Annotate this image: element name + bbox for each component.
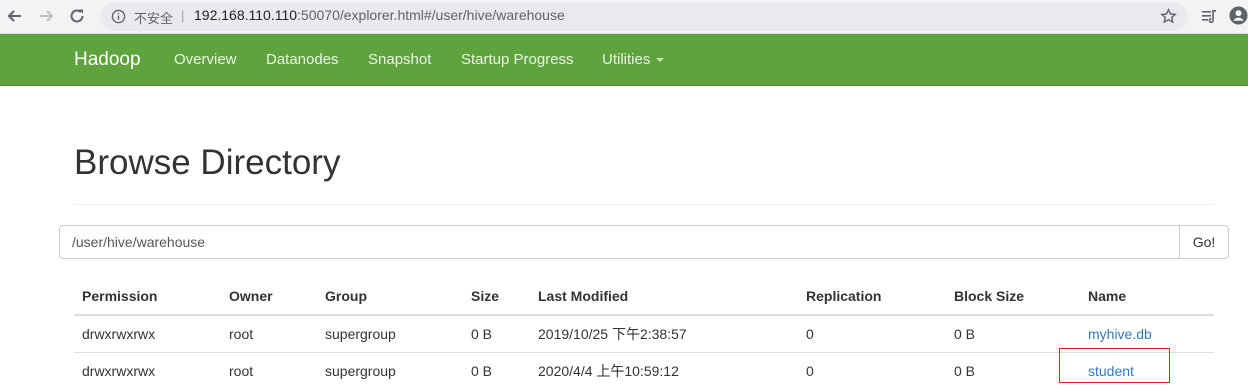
cell-name: myhive.db [1080,315,1214,352]
cell-replication: 0 [806,325,814,342]
cell-group: supergroup [325,325,396,342]
security-label: 不安全 [134,11,174,26]
annotation-highlight-box [1059,348,1170,383]
header-size[interactable]: Size [463,278,530,316]
table-row: drwxrwxrwx root supergroup 0 B 2020/4/4 … [74,351,1214,389]
forward-arrow-icon [40,10,54,22]
nav-startup-progress[interactable]: Startup Progress [461,51,574,68]
nav-utilities-label: Utilities [602,51,651,68]
hadoop-navbar: Hadoop Overview Datanodes Snapshot Start… [0,34,1248,86]
info-icon[interactable] [111,9,126,24]
header-replication[interactable]: Replication [798,278,946,316]
address-bar[interactable]: 不安全 | 192.168.110.110:50070/explorer.htm… [100,2,1188,31]
bookmark-star-icon[interactable] [1160,8,1177,25]
cell-last-modified: 2019/10/25 下午2:38:57 [538,325,687,342]
header-block-size[interactable]: Block Size [946,278,1080,316]
name-link-myhive-db[interactable]: myhive.db [1088,326,1152,342]
back-arrow-icon [7,10,21,22]
profile-avatar-icon[interactable] [1229,6,1248,25]
url-host: 192.168.110.110 [194,7,298,23]
header-owner[interactable]: Owner [221,278,317,316]
header-name[interactable]: Name [1080,278,1214,316]
table-header-row: Permission Owner Group Size Last Modifie… [74,278,1214,316]
header-last-modified[interactable]: Last Modified [530,278,798,316]
cell-permission: drwxrwxrwx [74,351,221,389]
nav-utilities-dropdown[interactable]: Utilities [602,51,665,68]
navbar-brand[interactable]: Hadoop [74,49,141,71]
nav-overview[interactable]: Overview [174,51,237,68]
cell-size: 0 B [463,351,530,389]
reading-list-icon[interactable] [1200,7,1218,25]
cell-group: supergroup [317,351,463,389]
cell-permission: drwxrwxrwx [82,325,156,342]
nav-snapshot[interactable]: Snapshot [368,51,431,68]
back-button[interactable] [4,5,26,27]
file-listing-table: Permission Owner Group Size Last Modifie… [74,278,1214,389]
cell-owner: root [229,325,254,342]
directory-path-input[interactable] [59,225,1180,259]
forward-button[interactable] [35,5,57,27]
url-text[interactable]: 192.168.110.110:50070/explorer.html#/use… [194,7,565,23]
page-title: Browse Directory [74,143,341,182]
caret-down-icon [656,58,665,63]
nav-datanodes[interactable]: Datanodes [266,51,339,68]
browser-toolbar: 不安全 | 192.168.110.110:50070/explorer.htm… [0,0,1248,34]
title-divider [74,204,1214,205]
cell-block-size: 0 B [954,325,976,342]
cell-owner: root [221,351,317,389]
header-permission[interactable]: Permission [74,278,221,316]
go-button[interactable]: Go! [1179,225,1229,259]
cell-last-modified: 2020/4/4 上午10:59:12 [530,351,798,389]
table-row: drwxrwxrwx root supergroup 0 B 2019/10/2… [74,315,1214,352]
url-path: :50070/explorer.html#/user/hive/warehous… [297,7,565,23]
cell-size: 0 B [471,325,493,342]
reload-button[interactable] [66,5,88,27]
reload-icon [70,9,84,23]
header-group[interactable]: Group [317,278,463,316]
cell-replication: 0 [798,351,946,389]
address-separator: | [181,8,185,23]
